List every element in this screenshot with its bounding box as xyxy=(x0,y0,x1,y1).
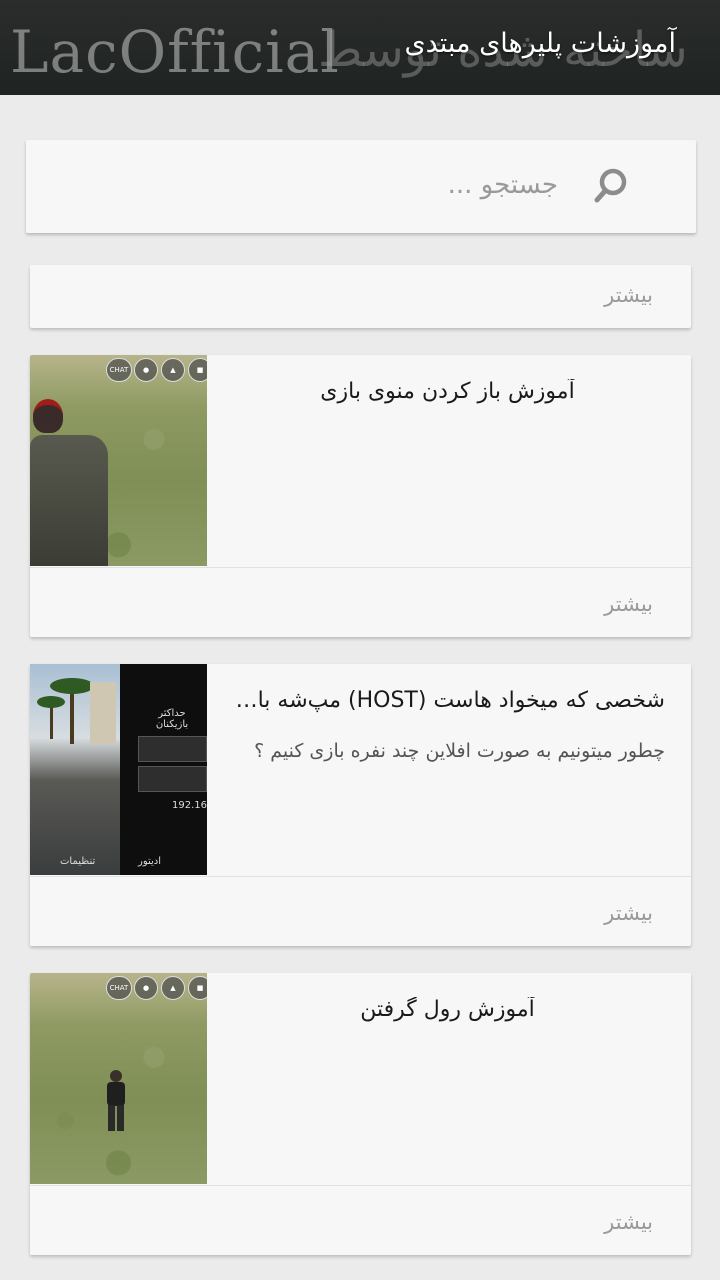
app-header: LacOfficial ساخته شده توسط آموزشات پلیره… xyxy=(0,0,720,95)
mic-hud-icon: ● xyxy=(134,358,158,382)
list-item[interactable]: CHAT ● ▲ ■ آموزش رول گرفتن بیشتر xyxy=(30,973,691,1255)
list-item[interactable]: CHAT ● ▲ ■ آموزش باز کردن منوی بازی بیشت… xyxy=(30,355,691,637)
search-input[interactable]: جستجو ... xyxy=(448,170,558,200)
ip-label: 192.168 xyxy=(172,800,207,811)
more-link[interactable]: بیشتر xyxy=(604,283,653,307)
item-title[interactable]: آموزش باز کردن منوی بازی xyxy=(230,379,665,404)
item-title[interactable]: شخصی که میخواد هاست (HOST) مپ‌شه باید ..… xyxy=(230,688,665,713)
camera-hud-icon: ■ xyxy=(188,976,207,1000)
more-link[interactable]: بیشتر xyxy=(604,1210,653,1234)
camera-hud-icon: ■ xyxy=(188,358,207,382)
tab-settings: تنظیمات xyxy=(60,856,96,867)
max-players-label: حداکثر بازیکنان xyxy=(155,708,189,730)
list-item-more-only[interactable]: بیشتر xyxy=(30,265,691,328)
more-link[interactable]: بیشتر xyxy=(604,592,653,616)
character-figure xyxy=(30,435,108,566)
thumbnail-image: CHAT ● ▲ ■ xyxy=(30,973,207,1184)
palm-tree-icon xyxy=(37,678,116,744)
like-hud-icon: ▲ xyxy=(161,358,185,382)
item-title[interactable]: آموزش رول گرفتن xyxy=(230,997,665,1022)
thumbnail-image: CHAT ● ▲ ■ xyxy=(30,355,207,566)
thumbnail-image: حداکثر بازیکنان 192.168 تنظیمات ادیتور xyxy=(30,664,207,875)
chat-hud-icon: CHAT xyxy=(106,976,132,1000)
watermark-latin: LacOfficial xyxy=(10,18,340,86)
tab-editor: ادیتور xyxy=(138,856,162,867)
chat-hud-icon: CHAT xyxy=(106,358,132,382)
mic-hud-icon: ● xyxy=(134,976,158,1000)
page-title: آموزشات پلیرهای مبتدی xyxy=(404,28,676,59)
more-link[interactable]: بیشتر xyxy=(604,901,653,925)
search-icon[interactable] xyxy=(594,168,628,204)
list-item[interactable]: حداکثر بازیکنان 192.168 تنظیمات ادیتور ش… xyxy=(30,664,691,946)
item-subtitle: چطور میتونیم به صورت افلاین چند نفره باز… xyxy=(254,740,665,762)
search-bar[interactable]: جستجو ... xyxy=(26,140,696,233)
character-figure xyxy=(107,1070,125,1131)
like-hud-icon: ▲ xyxy=(161,976,185,1000)
